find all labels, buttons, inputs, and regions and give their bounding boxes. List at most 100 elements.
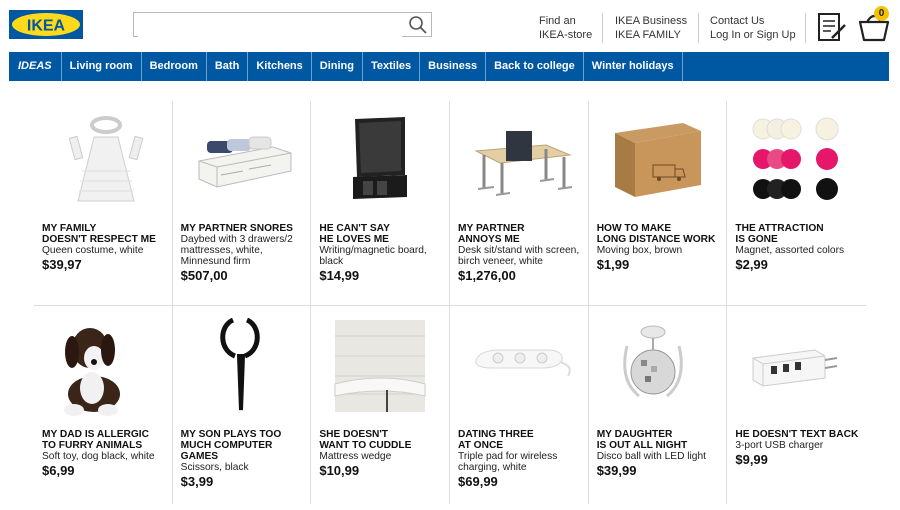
product-description: Desk sit/stand with screen, bbox=[458, 245, 580, 256]
nav-living-room[interactable]: Living room bbox=[62, 52, 142, 81]
product-title[interactable]: HOW TO MAKE bbox=[597, 223, 725, 234]
nav-ideas[interactable]: IDEAS bbox=[9, 52, 62, 81]
product-description: Queen costume, white bbox=[42, 245, 144, 256]
shopping-list-icon[interactable] bbox=[817, 12, 847, 44]
mattress-wedge-image[interactable] bbox=[311, 306, 450, 424]
scissors-image[interactable] bbox=[173, 306, 312, 424]
soft-toy-dog-image[interactable] bbox=[34, 306, 173, 424]
product-price: $9,99 bbox=[735, 452, 768, 467]
product-card[interactable]: SHE DOESN'T WANT TO CUDDLE Mattress wedg… bbox=[311, 306, 451, 504]
logo-text: IKEA bbox=[27, 18, 66, 35]
product-card[interactable]: HOW TO MAKE LONG DISTANCE WORK Moving bo… bbox=[589, 101, 728, 305]
product-title[interactable]: DATING THREE bbox=[458, 429, 586, 440]
product-title[interactable]: HE CAN'T SAY bbox=[319, 223, 447, 234]
nav-business[interactable]: Business bbox=[420, 52, 487, 81]
product-card[interactable]: HE DOESN'T TEXT BACK 3-port USB charger … bbox=[727, 306, 866, 504]
product-description: Writing/magnetic board, bbox=[319, 245, 427, 256]
product-price: $507,00 bbox=[180, 268, 228, 283]
store-link-line2[interactable]: IKEA-store bbox=[539, 28, 592, 42]
product-description: mattresses, white, bbox=[180, 245, 263, 256]
product-title[interactable]: TO FURRY ANIMALS bbox=[42, 440, 170, 451]
product-card[interactable]: DATING THREE AT ONCE Triple pad for wire… bbox=[450, 306, 589, 504]
product-card[interactable]: HE CAN'T SAY HE LOVES ME Writing/magneti… bbox=[311, 101, 451, 305]
product-title[interactable]: LONG DISTANCE WORK bbox=[597, 234, 725, 245]
business-link[interactable]: IKEA Business IKEA FAMILY bbox=[615, 14, 687, 42]
product-card[interactable]: MY DAUGHTER IS OUT ALL NIGHT Disco ball … bbox=[589, 306, 728, 504]
usb-charger-image[interactable] bbox=[727, 306, 866, 424]
product-description: Disco ball with LED light bbox=[596, 451, 706, 462]
search-box[interactable] bbox=[133, 12, 432, 37]
product-price: $39,97 bbox=[42, 257, 82, 272]
product-price: $1,99 bbox=[596, 257, 630, 272]
nav-bedroom[interactable]: Bedroom bbox=[142, 52, 207, 81]
product-price: $69,99 bbox=[458, 474, 498, 489]
product-description: Magnet, assorted colors bbox=[735, 245, 845, 256]
business-link-line1[interactable]: IKEA Business bbox=[615, 14, 687, 28]
product-price: $14,99 bbox=[319, 268, 360, 283]
magnets-image[interactable] bbox=[727, 101, 866, 219]
product-card[interactable]: MY PARTNER SNORES Daybed with 3 drawers/… bbox=[173, 101, 312, 305]
product-grid: MY FAMILY DOESN'T RESPECT ME Queen costu… bbox=[34, 101, 866, 510]
product-title[interactable]: SHE DOESN'T bbox=[319, 429, 447, 440]
divider bbox=[698, 13, 699, 43]
product-card[interactable]: MY PARTNER ANNOYS ME Desk sit/stand with… bbox=[450, 101, 589, 305]
queen-costume-image[interactable] bbox=[34, 101, 173, 219]
product-title[interactable]: IS GONE bbox=[735, 234, 864, 245]
product-price: $3,99 bbox=[180, 474, 214, 489]
product-title[interactable]: AT ONCE bbox=[458, 440, 586, 451]
product-title[interactable]: DOESN'T RESPECT ME bbox=[42, 234, 170, 245]
product-card[interactable]: MY SON PLAYS TOO MUCH COMPUTER GAMES Sci… bbox=[173, 306, 312, 504]
family-link[interactable]: IKEA FAMILY bbox=[615, 28, 687, 42]
product-price: $39,99 bbox=[596, 463, 637, 478]
product-title[interactable]: WANT TO CUDDLE bbox=[319, 440, 447, 451]
product-title[interactable]: MY PARTNER bbox=[458, 223, 586, 234]
product-title[interactable]: IS OUT ALL NIGHT bbox=[597, 440, 725, 451]
writing-board-image[interactable] bbox=[311, 101, 450, 219]
nav-back-to-college[interactable]: Back to college bbox=[486, 52, 584, 81]
product-description: Soft toy, dog black, white bbox=[42, 451, 155, 462]
product-title[interactable]: MY DAUGHTER bbox=[597, 429, 725, 440]
account-links[interactable]: Contact Us Log In or Sign Up bbox=[710, 14, 796, 42]
product-title[interactable]: MY DAD IS ALLERGIC bbox=[42, 429, 170, 440]
product-price: $1,276,00 bbox=[458, 268, 516, 283]
store-link[interactable]: Find an IKEA-store bbox=[539, 14, 592, 42]
product-title[interactable]: GAMES bbox=[181, 451, 309, 462]
product-title[interactable]: MY FAMILY bbox=[42, 223, 170, 234]
product-description: charging, white bbox=[458, 462, 527, 473]
store-link-line1[interactable]: Find an bbox=[539, 14, 592, 28]
ikea-logo[interactable]: IKEA bbox=[9, 10, 83, 39]
product-title[interactable]: HE DOESN'T TEXT BACK bbox=[735, 429, 864, 440]
nav-dining[interactable]: Dining bbox=[312, 52, 363, 81]
product-title[interactable]: ANNOYS ME bbox=[458, 234, 586, 245]
product-price: $2,99 bbox=[735, 257, 768, 272]
product-price: $10,99 bbox=[319, 463, 360, 478]
product-card[interactable]: MY DAD IS ALLERGIC TO FURRY ANIMALS Soft… bbox=[34, 306, 173, 504]
nav-winter-holidays[interactable]: Winter holidays bbox=[584, 52, 683, 81]
product-description: Scissors, black bbox=[180, 462, 249, 473]
product-description: Triple pad for wireless bbox=[458, 451, 558, 462]
nav-kitchens[interactable]: Kitchens bbox=[248, 52, 312, 81]
search-icon[interactable] bbox=[408, 15, 428, 35]
product-title[interactable]: MY SON PLAYS TOO bbox=[181, 429, 309, 440]
product-title[interactable]: MUCH COMPUTER bbox=[181, 440, 309, 451]
desk-image[interactable] bbox=[450, 101, 589, 219]
nav-bath[interactable]: Bath bbox=[207, 52, 249, 81]
login-link[interactable]: Log In or Sign Up bbox=[710, 28, 796, 42]
product-description: Daybed with 3 drawers/2 bbox=[180, 234, 293, 245]
moving-box-image[interactable] bbox=[589, 101, 728, 219]
product-description: Minnesund firm bbox=[180, 256, 251, 267]
product-card[interactable]: THE ATTRACTION IS GONE Magnet, assorted … bbox=[727, 101, 866, 305]
product-price: $6,99 bbox=[42, 463, 75, 478]
product-title[interactable]: THE ATTRACTION bbox=[735, 223, 864, 234]
search-input[interactable] bbox=[138, 14, 402, 37]
daybed-image[interactable] bbox=[173, 101, 312, 219]
disco-ball-image[interactable] bbox=[589, 306, 728, 424]
contact-link[interactable]: Contact Us bbox=[710, 14, 796, 28]
product-title[interactable]: HE LOVES ME bbox=[319, 234, 447, 245]
divider bbox=[602, 13, 603, 43]
product-title[interactable]: MY PARTNER SNORES bbox=[181, 223, 309, 234]
product-card[interactable]: MY FAMILY DOESN'T RESPECT ME Queen costu… bbox=[34, 101, 173, 305]
charging-pad-image[interactable] bbox=[450, 306, 589, 424]
product-description: birch veneer, white bbox=[458, 256, 543, 267]
nav-textiles[interactable]: Textiles bbox=[363, 52, 421, 81]
